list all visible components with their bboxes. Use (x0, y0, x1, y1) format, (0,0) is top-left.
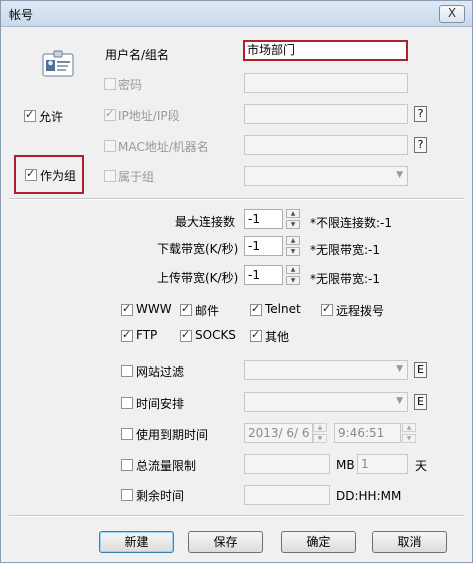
expiry-date-spinner[interactable]: ▲ ▼ (313, 423, 327, 443)
account-card-icon (42, 50, 74, 77)
upload-note: *无限带宽:-1 (310, 272, 381, 286)
download-spinner[interactable]: ▲ ▼ (286, 236, 300, 256)
service-ftp-label: FTP (136, 328, 158, 342)
mac-help-button[interactable]: ? (414, 137, 427, 153)
expiry-label: 使用到期时间 (136, 428, 209, 442)
schedule-label: 时间安排 (136, 397, 185, 411)
traffic-label: 总流量限制 (136, 459, 197, 473)
username-label: 用户名/组名 (105, 48, 170, 62)
ip-input[interactable] (244, 104, 408, 124)
allow-checkbox[interactable] (24, 108, 36, 122)
remaining-label: 剩余时间 (136, 489, 185, 503)
schedule-edit-button[interactable]: E (414, 394, 427, 410)
traffic-days-unit: 天 (415, 459, 428, 473)
service-www-checkbox[interactable] (121, 302, 133, 316)
service-www-label: WWW (136, 302, 172, 316)
service-mail-label: 邮件 (195, 304, 220, 318)
service-dialup-label: 远程拨号 (336, 304, 385, 318)
site-filter-label: 网站过滤 (136, 365, 185, 379)
max-conn-input[interactable]: -1 (244, 209, 283, 229)
service-telnet-checkbox[interactable] (250, 302, 262, 316)
service-other-checkbox[interactable] (250, 328, 262, 342)
ip-checkbox[interactable] (104, 107, 116, 121)
traffic-input[interactable] (244, 454, 330, 474)
upload-spinner[interactable]: ▲ ▼ (286, 265, 300, 285)
mac-label: MAC地址/机器名 (118, 140, 209, 154)
belongs-group-select[interactable]: ▼ (244, 166, 408, 186)
max-conn-label: 最大连接数 (175, 215, 236, 229)
chevron-down-icon: ▼ (396, 396, 403, 406)
service-dialup-checkbox[interactable] (321, 302, 333, 316)
service-ftp-checkbox[interactable] (121, 328, 133, 342)
service-socks-checkbox[interactable] (180, 328, 192, 342)
save-button[interactable]: 保存 (188, 531, 263, 553)
divider (9, 198, 464, 200)
ip-help-button[interactable]: ? (414, 106, 427, 122)
max-conn-note: *不限连接数:-1 (310, 216, 393, 230)
password-input[interactable] (244, 73, 408, 93)
as-group-label: 作为组 (40, 169, 77, 183)
mac-checkbox[interactable] (104, 140, 116, 152)
download-note: *无限带宽:-1 (310, 243, 381, 257)
chevron-down-icon: ▼ (396, 170, 403, 180)
service-socks-label: SOCKS (195, 328, 236, 342)
username-input[interactable]: 市场部门 (243, 40, 408, 61)
ok-button[interactable]: 确定 (281, 531, 356, 553)
close-button[interactable]: X (439, 5, 465, 23)
expiry-time-spinner[interactable]: ▲ ▼ (402, 423, 416, 443)
download-input[interactable]: -1 (244, 236, 283, 256)
site-filter-edit-button[interactable]: E (414, 362, 427, 378)
remaining-input[interactable] (244, 485, 330, 505)
service-mail-checkbox[interactable] (180, 302, 192, 316)
expiry-date-input[interactable]: 2013/ 6/ 6 (244, 423, 313, 443)
site-filter-checkbox[interactable] (121, 365, 133, 377)
belongs-group-checkbox[interactable] (104, 170, 116, 182)
divider (9, 515, 464, 517)
expiry-time-input[interactable]: 9:46:51 (334, 423, 401, 443)
upload-label: 上传带宽(K/秒) (157, 271, 239, 285)
traffic-checkbox[interactable] (121, 459, 133, 471)
traffic-unit: MB (336, 458, 355, 472)
expiry-checkbox[interactable] (121, 428, 133, 440)
chevron-down-icon: ▼ (396, 364, 403, 374)
ip-label: IP地址/IP段 (118, 109, 180, 123)
max-conn-spinner[interactable]: ▲ ▼ (286, 209, 300, 229)
window-title: 帐号 (9, 8, 34, 22)
remaining-checkbox[interactable] (121, 489, 133, 501)
service-telnet-label: Telnet (265, 302, 301, 316)
account-dialog: 帐号 X 用户名/组名 市场部门 密码 允许 IP地址/IP段 ? MAC地址/… (0, 0, 473, 563)
password-checkbox[interactable] (104, 78, 116, 90)
service-other-label: 其他 (265, 330, 290, 344)
schedule-select[interactable]: ▼ (244, 392, 408, 412)
allow-label: 允许 (39, 110, 64, 124)
remaining-format: DD:HH:MM (336, 489, 402, 503)
site-filter-select[interactable]: ▼ (244, 360, 408, 380)
upload-input[interactable]: -1 (244, 265, 283, 285)
mac-input[interactable] (244, 135, 408, 155)
download-label: 下载带宽(K/秒) (157, 242, 239, 256)
new-button[interactable]: 新建 (99, 531, 174, 553)
as-group-checkbox[interactable] (25, 167, 37, 181)
title-bar: 帐号 X (1, 1, 472, 27)
cancel-button[interactable]: 取消 (372, 531, 447, 553)
belongs-group-label: 属于组 (118, 170, 155, 184)
password-label: 密码 (118, 78, 143, 92)
traffic-days-input[interactable]: 1 (357, 454, 408, 474)
schedule-checkbox[interactable] (121, 397, 133, 409)
